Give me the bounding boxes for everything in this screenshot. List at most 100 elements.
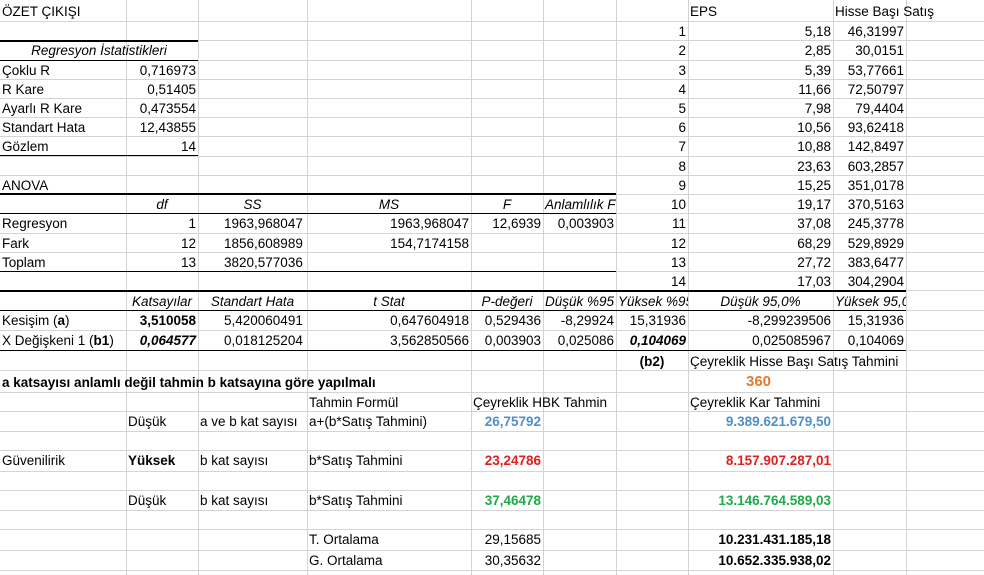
coef-upper95-0[interactable]: 15,31936 — [833, 311, 906, 330]
reliability-level[interactable]: Yüksek — [126, 451, 198, 471]
data-row-number[interactable]: 7 — [616, 137, 688, 156]
kar-forecast[interactable]: 8.157.907.287,01 — [688, 451, 833, 471]
hbs-value[interactable]: 370,5163 — [833, 195, 906, 214]
col-formula-header[interactable]: Tahmin Formül — [307, 393, 471, 412]
coef-se[interactable]: 0,018125204 — [198, 331, 307, 350]
coef-se[interactable]: 5,420060491 — [198, 311, 307, 330]
forecast-formula[interactable]: b*Satış Tahmini — [307, 491, 471, 510]
coefficient-desc[interactable]: a ve b kat sayısı — [198, 412, 307, 431]
eps-value[interactable]: 68,29 — [688, 234, 833, 253]
eps-value[interactable]: 5,18 — [688, 22, 833, 41]
coef-upper95[interactable]: 0,104069 — [616, 331, 688, 350]
coef-header[interactable]: Yüksek %95 — [616, 292, 688, 311]
hbs-value[interactable]: 603,2857 — [833, 157, 906, 176]
data-row-number[interactable]: 10 — [616, 195, 688, 214]
data-row-number[interactable]: 1 — [616, 22, 688, 41]
coef-row-label-x1[interactable]: X Değişkeni 1 (b1) — [0, 331, 126, 350]
coefficient-desc[interactable]: b kat sayısı — [198, 491, 307, 510]
forecast-note[interactable]: a katsayısı anlamlı değil tahmin b katsa… — [0, 372, 470, 393]
hbs-value[interactable]: 383,6477 — [833, 253, 906, 272]
data-row-number[interactable]: 8 — [616, 157, 688, 176]
eps-value[interactable]: 37,08 — [688, 214, 833, 233]
anova-header-f[interactable]: F — [471, 195, 543, 214]
anova-header-ms[interactable]: MS — [307, 195, 471, 214]
coef-lower95-0[interactable]: 0,025085967 — [688, 331, 833, 350]
hbk-forecast[interactable]: 23,24786 — [471, 451, 543, 471]
eps-value[interactable]: 27,72 — [688, 253, 833, 272]
coef-header[interactable]: Düşük %95 — [543, 292, 616, 311]
data-row-number[interactable]: 9 — [616, 176, 688, 195]
reliability-level[interactable]: Düşük — [126, 412, 198, 431]
coef-lower95[interactable]: 0,025086 — [543, 331, 616, 350]
kar-forecast[interactable]: 13.146.764.589,03 — [688, 491, 833, 510]
g-average-kar[interactable]: 10.652.335.938,02 — [688, 551, 833, 571]
reg-stat-value[interactable]: 12,43855 — [126, 118, 198, 137]
hbk-forecast[interactable]: 26,75792 — [471, 412, 543, 431]
anova-df[interactable]: 13 — [126, 253, 198, 272]
data-row-number[interactable]: 12 — [616, 234, 688, 253]
anova-title[interactable]: ANOVA — [0, 176, 126, 195]
coef-upper95[interactable]: 15,31936 — [616, 311, 688, 330]
col-kar-header[interactable]: Çeyreklik Kar Tahmini — [688, 393, 833, 412]
eps-value[interactable]: 17,03 — [688, 272, 833, 291]
anova-df[interactable]: 12 — [126, 234, 198, 253]
anova-header-ss[interactable]: SS — [198, 195, 307, 214]
coef-header[interactable]: P-değeri — [471, 292, 543, 311]
coefficient-desc[interactable]: b kat sayısı — [198, 451, 307, 471]
reg-stat-value[interactable]: 14 — [126, 137, 198, 156]
anova-ss[interactable]: 1963,968047 — [198, 214, 307, 233]
coef-tstat[interactable]: 3,562850566 — [307, 331, 471, 350]
eps-value[interactable]: 23,63 — [688, 157, 833, 176]
coef-lower95-0[interactable]: -8,299239506 — [688, 311, 833, 330]
hbs-forecast-value[interactable]: 360 — [688, 372, 833, 392]
anova-row-label[interactable]: Toplam — [0, 253, 126, 272]
hbs-value[interactable]: 351,0178 — [833, 176, 906, 195]
anova-row-label[interactable]: Regresyon — [0, 214, 126, 233]
reliability-label[interactable]: Güvenilirik — [0, 451, 126, 471]
eps-value[interactable]: 15,25 — [688, 176, 833, 195]
coef-header[interactable]: t Stat — [307, 292, 471, 311]
data-row-number[interactable]: 11 — [616, 214, 688, 233]
hbs-value[interactable]: 304,2904 — [833, 272, 906, 291]
b2-label[interactable]: (b2) — [616, 352, 688, 371]
coef-value[interactable]: 0,064577 — [126, 331, 198, 350]
coef-row-label-intercept[interactable]: Kesişim (a) — [0, 311, 126, 330]
coef-value[interactable]: 3,510058 — [126, 311, 198, 330]
data-row-number[interactable]: 5 — [616, 99, 688, 118]
forecast-formula[interactable]: b*Satış Tahmini — [307, 451, 471, 471]
coef-header[interactable]: Standart Hata — [198, 292, 307, 311]
spreadsheet[interactable]: ÖZET ÇIKIŞI Regresyon İstatistikleri Çok… — [0, 0, 984, 575]
anova-header-sig[interactable]: Anlamlılık F — [543, 195, 616, 214]
reg-stat-label[interactable]: Gözlem — [0, 137, 126, 156]
forecast-formula[interactable]: a+(b*Satış Tahmini) — [307, 412, 471, 431]
hbs-value[interactable]: 93,62418 — [833, 118, 906, 137]
coef-header[interactable]: Düşük 95,0% — [688, 292, 833, 311]
hbs-value[interactable]: 46,31997 — [833, 22, 906, 41]
data-row-number[interactable]: 2 — [616, 41, 688, 60]
reg-stat-label[interactable]: R Kare — [0, 80, 126, 99]
eps-value[interactable]: 7,98 — [688, 99, 833, 118]
t-average-label[interactable]: T. Ortalama — [307, 530, 471, 550]
hbs-value[interactable]: 142,8497 — [833, 137, 906, 156]
regression-stats-header[interactable]: Regresyon İstatistikleri — [0, 41, 198, 60]
g-average-hbk[interactable]: 30,35632 — [471, 551, 543, 571]
hbs-value[interactable]: 72,50797 — [833, 80, 906, 99]
hbs-value[interactable]: 30,0151 — [833, 41, 906, 60]
coef-header[interactable]: Yüksek 95,0% — [833, 292, 906, 311]
coef-upper95-0[interactable]: 0,104069 — [833, 331, 906, 350]
anova-sig[interactable]: 0,003903 — [543, 214, 616, 233]
hbs-value[interactable]: 245,3778 — [833, 214, 906, 233]
hbs-value[interactable]: 79,4404 — [833, 99, 906, 118]
hbs-forecast-title[interactable]: Çeyreklik Hisse Başı Satış Tahmini — [688, 352, 984, 371]
coef-tstat[interactable]: 0,647604918 — [307, 311, 471, 330]
anova-header-df[interactable]: df — [126, 195, 198, 214]
hbs-header[interactable]: Hisse Başı Satış — [833, 2, 984, 21]
reg-stat-label[interactable]: Çoklu R — [0, 61, 126, 80]
t-average-kar[interactable]: 10.231.431.185,18 — [688, 530, 833, 550]
coef-pvalue[interactable]: 0,003903 — [471, 331, 543, 350]
reg-stat-label[interactable]: Ayarlı R Kare — [0, 99, 126, 118]
eps-header[interactable]: EPS — [688, 2, 833, 21]
hbs-value[interactable]: 53,77661 — [833, 61, 906, 80]
data-row-number[interactable]: 6 — [616, 118, 688, 137]
anova-row-label[interactable]: Fark — [0, 234, 126, 253]
